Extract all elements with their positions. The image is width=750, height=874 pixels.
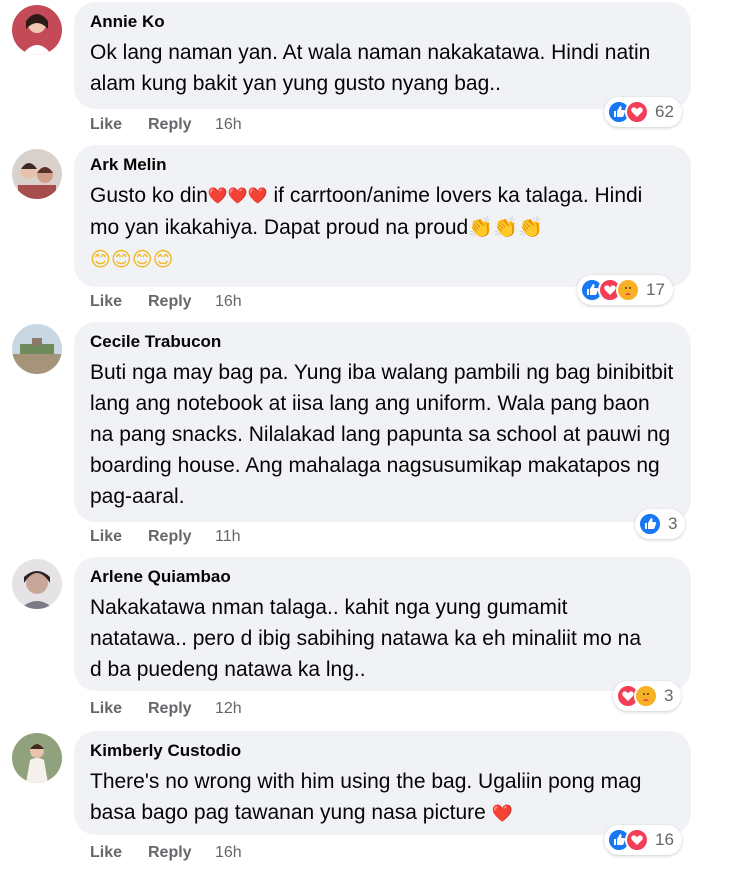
smile-emoji-icon: 😊 [152, 248, 174, 271]
reply-button[interactable]: Reply [148, 844, 215, 862]
reactions-summary[interactable]: 62 [604, 97, 682, 127]
reaction-count: 16 [655, 830, 674, 849]
comment-timestamp[interactable]: 16h [215, 844, 242, 862]
reactions-summary[interactable]: 3 [613, 681, 682, 711]
comment-actions: Like Reply 11h [90, 525, 241, 549]
avatar[interactable] [12, 324, 62, 374]
reaction-count: 3 [664, 686, 674, 705]
clapping-emoji-icon: 👏 [493, 216, 519, 239]
comment-actions: Like Reply 16h [90, 841, 242, 865]
heart-emoji-icon: ❤️ [247, 187, 268, 205]
avatar[interactable] [12, 559, 62, 609]
heart-emoji-icon: ❤️ [491, 803, 513, 823]
avatar-image-icon [12, 149, 62, 199]
comment-timestamp[interactable]: 16h [215, 293, 242, 311]
reaction-count: 3 [668, 514, 678, 533]
like-button[interactable]: Like [90, 700, 148, 718]
comment-bubble: Annie Ko Ok lang naman yan. At wala nama… [74, 2, 691, 109]
reply-button[interactable]: Reply [148, 700, 215, 718]
heart-emoji-icon: ❤️ [227, 187, 248, 205]
smile-emoji-icon: 😊 [90, 248, 111, 271]
love-reaction-icon [625, 100, 649, 124]
comment-author[interactable]: Ark Melin [90, 154, 675, 176]
avatar[interactable] [12, 149, 62, 199]
reply-button[interactable]: Reply [148, 116, 215, 134]
clapping-emoji-icon: 👏 [468, 216, 494, 239]
reactions-summary[interactable]: 16 [604, 825, 682, 855]
heart-emoji-icon: ❤️ [207, 187, 228, 205]
comment-author[interactable]: Arlene Quiambao [90, 566, 675, 588]
reply-button[interactable]: Reply [148, 293, 215, 311]
like-button[interactable]: Like [90, 528, 148, 546]
comment-actions: Like Reply 16h [90, 290, 242, 314]
reactions-summary[interactable]: 3 [635, 509, 686, 539]
care-reaction-icon [616, 278, 640, 302]
avatar-image-icon [12, 559, 62, 609]
avatar[interactable] [12, 733, 62, 783]
comment-bubble: Kimberly Custodio There's no wrong with … [74, 731, 691, 835]
comment-timestamp[interactable]: 11h [215, 528, 241, 546]
comment-author[interactable]: Annie Ko [90, 11, 675, 33]
comment-text-part: There's no wrong with him using the bag.… [90, 770, 642, 824]
comment-timestamp[interactable]: 12h [215, 700, 242, 718]
care-reaction-icon [634, 684, 658, 708]
like-button[interactable]: Like [90, 116, 148, 134]
like-reaction-icon [638, 512, 662, 536]
like-button[interactable]: Like [90, 293, 148, 311]
comment-bubble: Cecile Trabucon Buti nga may bag pa. Yun… [74, 322, 691, 522]
love-reaction-icon [625, 828, 649, 852]
comment-text: Gusto ko din❤️ ❤️ ❤️ if carrtoon/anime l… [90, 180, 675, 276]
comment-actions: Like Reply 12h [90, 697, 242, 721]
reaction-count: 62 [655, 102, 674, 121]
comment-text: Buti nga may bag pa. Yung iba walang pam… [90, 361, 674, 508]
avatar-image-icon [12, 324, 62, 374]
reaction-count: 17 [646, 280, 665, 299]
comment-text: There's no wrong with him using the bag.… [90, 766, 675, 829]
avatar[interactable] [12, 5, 62, 55]
comment-author[interactable]: Cecile Trabucon [90, 331, 675, 353]
comment-text: Ok lang naman yan. At wala naman nakakat… [90, 41, 651, 95]
comment-actions: Like Reply 16h [90, 113, 242, 137]
reactions-summary[interactable]: 17 [577, 275, 673, 305]
avatar-image-icon [12, 733, 62, 783]
like-button[interactable]: Like [90, 844, 148, 862]
smile-emoji-icon: 😊 [131, 248, 153, 271]
avatar-image-icon [12, 5, 62, 55]
comment-text-part: Gusto ko din [90, 184, 208, 207]
comment-author[interactable]: Kimberly Custodio [90, 740, 675, 762]
smile-emoji-icon: 😊 [110, 248, 132, 271]
reply-button[interactable]: Reply [148, 528, 215, 546]
comment-bubble: Ark Melin Gusto ko din❤️ ❤️ ❤️ if carrto… [74, 145, 691, 287]
comment-text: Nakakatawa nman talaga.. kahit nga yung … [90, 596, 642, 681]
clapping-emoji-icon: 👏 [518, 216, 543, 239]
comment-bubble: Arlene Quiambao Nakakatawa nman talaga..… [74, 557, 691, 691]
comment-timestamp[interactable]: 16h [215, 116, 242, 134]
